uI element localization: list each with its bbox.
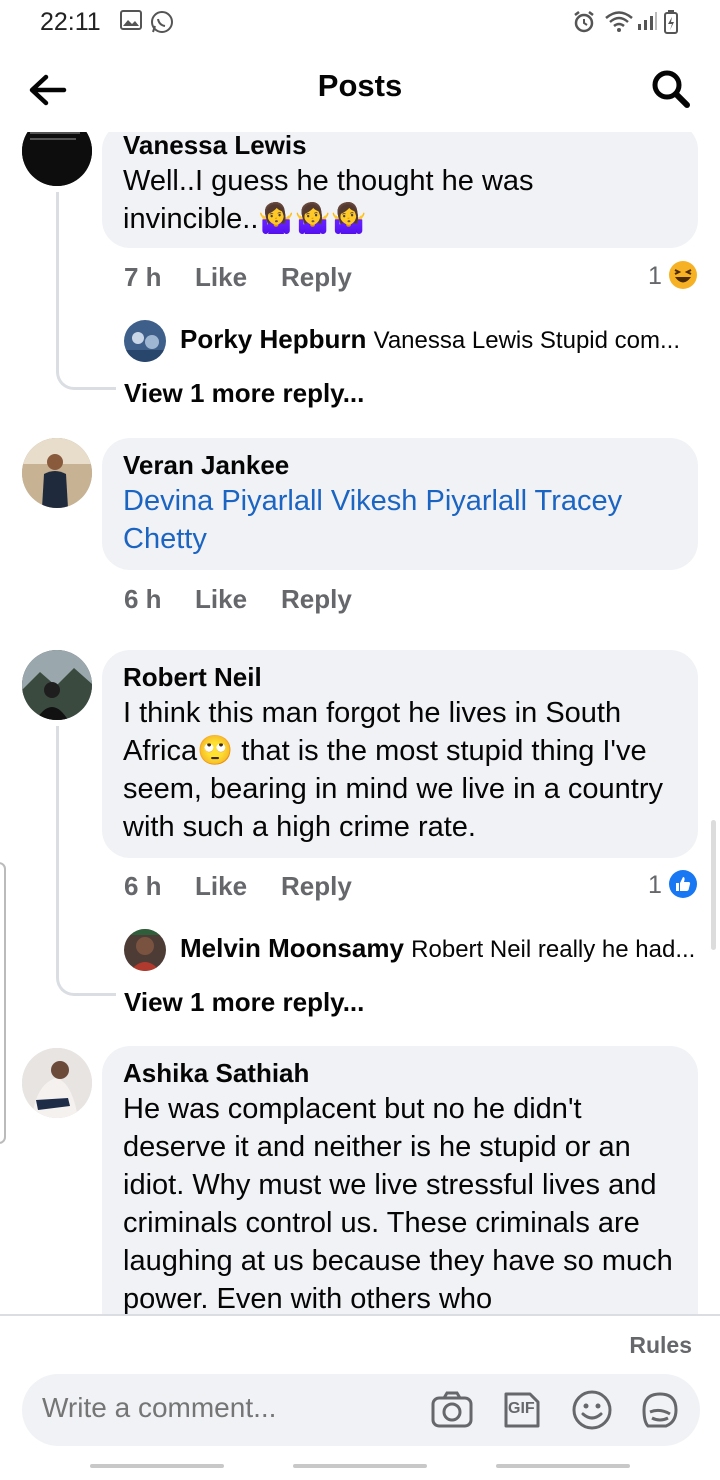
- avatar[interactable]: [22, 132, 92, 186]
- comment-bubble[interactable]: Vanessa Lewis Well..I guess he thought h…: [102, 132, 698, 248]
- avatar[interactable]: [124, 929, 166, 971]
- reply-button[interactable]: Reply: [281, 262, 352, 293]
- gif-label: GIF: [508, 1400, 535, 1417]
- comment-time: 6 h: [124, 871, 162, 901]
- reaction-number: 1: [648, 871, 662, 899]
- search-icon[interactable]: [648, 66, 692, 110]
- avatar[interactable]: [22, 650, 92, 720]
- wifi-icon: [604, 10, 634, 39]
- comments-feed[interactable]: Vanessa Lewis Well..I guess he thought h…: [0, 132, 720, 1314]
- app-header: Posts: [0, 46, 720, 132]
- like-reaction-icon: [668, 869, 698, 899]
- clock: 22:11: [40, 8, 101, 36]
- comment-bubble[interactable]: Ashika Sathiah He was complacent but no …: [102, 1046, 698, 1314]
- gif-icon[interactable]: GIF: [500, 1388, 544, 1432]
- gallery-icon: [120, 10, 142, 35]
- comment-text: Well..I guess he thought he was invincib…: [123, 165, 534, 235]
- alarm-icon: [572, 10, 596, 39]
- comment-time: 6 h: [124, 584, 162, 614]
- comment-composer-bar: Rules GIF: [0, 1314, 720, 1454]
- like-button[interactable]: Like: [195, 871, 247, 902]
- comment-composer[interactable]: GIF: [22, 1374, 700, 1446]
- reply-text: Vanessa Lewis Stupid com...: [373, 327, 680, 354]
- signal-icon: [636, 10, 658, 37]
- like-button[interactable]: Like: [195, 262, 247, 293]
- comment-author[interactable]: Vanessa Lewis: [123, 132, 676, 162]
- reply-author[interactable]: Porky Hepburn: [180, 324, 366, 354]
- comment-input[interactable]: [42, 1392, 422, 1424]
- comment-author[interactable]: Veran Jankee: [123, 448, 676, 482]
- view-more-replies-link[interactable]: View 1 more reply...: [124, 987, 364, 1018]
- comment-bubble[interactable]: Veran Jankee Devina Piyarlall Vikesh Piy…: [102, 438, 698, 570]
- edge-panel-handle[interactable]: [0, 862, 6, 1144]
- haha-reaction-icon: [668, 260, 698, 290]
- reply-author[interactable]: Melvin Moonsamy: [180, 933, 404, 963]
- tagged-users[interactable]: Devina Piyarlall Vikesh Piyarlall Tracey…: [123, 482, 676, 558]
- comment-text: I think this man forgot he lives in Sout…: [123, 697, 663, 843]
- avatar[interactable]: [22, 438, 92, 508]
- status-bar: 22:11: [0, 0, 720, 46]
- comment-text: He was complacent but no he didn't deser…: [123, 1093, 673, 1314]
- nav-recents-handle[interactable]: [90, 1464, 224, 1468]
- scrollbar[interactable]: [711, 820, 716, 950]
- reply-button[interactable]: Reply: [281, 871, 352, 902]
- battery-icon: [664, 10, 678, 39]
- view-more-replies-link[interactable]: View 1 more reply...: [124, 378, 364, 409]
- page-title: Posts: [317, 68, 403, 103]
- like-button[interactable]: Like: [195, 584, 247, 615]
- reply-button[interactable]: Reply: [281, 584, 352, 615]
- sticker-icon[interactable]: [638, 1388, 682, 1432]
- comment-time: 7 h: [124, 262, 162, 292]
- rules-link[interactable]: Rules: [629, 1332, 692, 1359]
- emoji-icon[interactable]: [570, 1388, 614, 1432]
- whatsapp-icon: [150, 10, 174, 39]
- comment-author[interactable]: Robert Neil: [123, 660, 676, 694]
- comment-bubble[interactable]: Robert Neil I think this man forgot he l…: [102, 650, 698, 858]
- reaction-number: 1: [648, 262, 662, 290]
- avatar[interactable]: [22, 1048, 92, 1118]
- comment-author[interactable]: Ashika Sathiah: [123, 1056, 676, 1090]
- camera-icon[interactable]: [430, 1388, 474, 1432]
- nav-back-handle[interactable]: [496, 1464, 630, 1468]
- avatar[interactable]: [124, 320, 166, 362]
- nav-home-handle[interactable]: [293, 1464, 427, 1468]
- reply-text: Robert Neil really he had...: [411, 936, 696, 963]
- system-navigation-bar: [0, 1454, 720, 1480]
